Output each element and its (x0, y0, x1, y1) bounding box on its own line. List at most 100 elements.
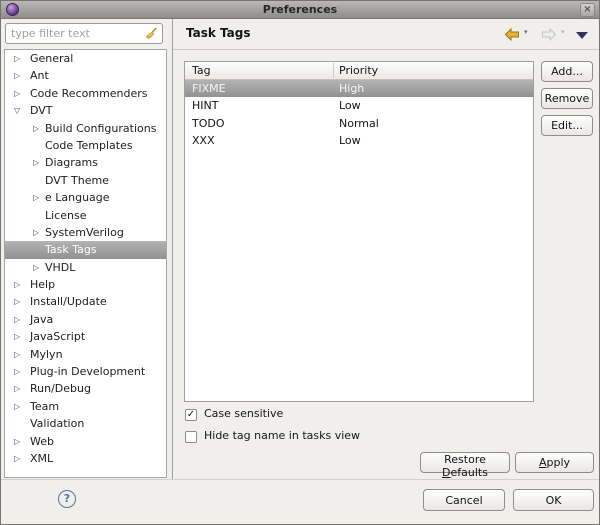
cancel-button[interactable]: Cancel (423, 489, 505, 511)
add-button[interactable]: Add... (541, 61, 593, 82)
page-title: Task Tags (186, 26, 251, 40)
expand-icon[interactable]: ▷ (33, 224, 39, 241)
expand-icon[interactable]: ▷ (14, 328, 20, 345)
table-row[interactable]: XXX Low (185, 132, 533, 149)
edit-button[interactable]: Edit... (541, 115, 593, 136)
cell-priority: High (339, 82, 365, 95)
table-body: FIXME High HINT Low TODO Normal XXX Low (185, 80, 533, 150)
tree-item-label: XML (30, 451, 54, 465)
tree-item-license[interactable]: License (5, 207, 166, 224)
footer-separator (1, 479, 599, 480)
remove-button[interactable]: Remove (541, 88, 593, 109)
cell-tag: TODO (192, 116, 225, 130)
expand-icon[interactable]: ▷ (33, 154, 39, 171)
tree-item-team[interactable]: ▷ Team (5, 398, 166, 415)
tree-item-run-debug[interactable]: ▷ Run/Debug (5, 380, 166, 397)
tree-item-xml[interactable]: ▷ XML (5, 450, 166, 467)
tree-item-e-language[interactable]: ▷ e Language (5, 189, 166, 206)
case-sensitive-label: Case sensitive (204, 407, 284, 420)
table-row[interactable]: TODO Normal (185, 115, 533, 132)
tree-item-javascript[interactable]: ▷ JavaScript (5, 328, 166, 345)
column-header-priority[interactable]: Priority (339, 62, 378, 79)
tree-item-mylyn[interactable]: ▷ Mylyn (5, 346, 166, 363)
collapse-icon[interactable]: ▽ (14, 102, 20, 119)
tree-item-label: Install/Update (30, 295, 107, 309)
expand-icon[interactable]: ▷ (14, 67, 20, 84)
apply-button[interactable]: Apply (515, 452, 594, 473)
expand-icon[interactable]: ▷ (14, 398, 20, 415)
check-icon: ✓ (186, 409, 196, 420)
tree-item-build-configurations[interactable]: ▷ Build Configurations (5, 120, 166, 137)
forward-arrow-icon[interactable] (541, 28, 557, 41)
view-menu-icon[interactable] (576, 32, 588, 39)
expand-icon[interactable]: ▷ (14, 363, 20, 380)
back-arrow-icon[interactable] (504, 28, 520, 41)
filter-field-wrap (5, 23, 163, 44)
table-row[interactable]: HINT Low (185, 97, 533, 114)
expand-icon[interactable]: ▷ (14, 293, 20, 310)
expand-icon[interactable]: ▷ (33, 259, 39, 276)
tree-item-label: Ant (30, 69, 49, 83)
hide-tag-name-checkbox[interactable]: ✓ (185, 431, 197, 443)
tree-item-ant[interactable]: ▷ Ant (5, 67, 166, 84)
titlebar[interactable]: Preferences × (1, 1, 599, 19)
tree-item-code-recommenders[interactable]: ▷ Code Recommenders (5, 85, 166, 102)
cell-priority: Low (339, 99, 361, 113)
expand-icon[interactable]: ▷ (33, 120, 39, 137)
preferences-tree: ▷ General ▷ Ant ▷ Code Recommenders ▽ DVT ▷ Build… (4, 49, 167, 478)
expand-icon[interactable]: ▷ (14, 50, 20, 67)
tree-item-label: VHDL (45, 260, 76, 274)
table-header[interactable]: Tag Priority (185, 62, 533, 80)
expand-icon[interactable]: ▷ (14, 311, 20, 328)
case-sensitive-checkbox[interactable]: ✓ (185, 409, 197, 421)
tree-item-diagrams[interactable]: ▷ Diagrams (5, 154, 166, 171)
close-icon: × (583, 4, 592, 15)
tree-item-dvt-theme[interactable]: DVT Theme (5, 172, 166, 189)
preferences-window: Preferences × ▷ General ▷ Ant ▷ Code Recommen… (0, 0, 600, 525)
expand-icon[interactable]: ▷ (14, 433, 20, 450)
restore-defaults-button[interactable]: Restore Defaults (420, 452, 510, 479)
tree-item-vhdl[interactable]: ▷ VHDL (5, 259, 166, 276)
expand-icon[interactable]: ▷ (33, 189, 39, 206)
expand-icon[interactable]: ▷ (14, 85, 20, 102)
column-divider[interactable] (333, 63, 334, 78)
tree-item-java[interactable]: ▷ Java (5, 311, 166, 328)
tree-item-help[interactable]: ▷ Help (5, 276, 166, 293)
filter-input[interactable] (11, 25, 139, 42)
tree-item-validation[interactable]: Validation (5, 415, 166, 432)
table-row[interactable]: FIXME High (185, 80, 533, 98)
tree-item-label: License (45, 208, 87, 222)
tree-item-label: Build Configurations (45, 121, 157, 135)
tree-item-web[interactable]: ▷ Web (5, 433, 166, 450)
expand-icon[interactable]: ▷ (14, 346, 20, 363)
tree-item-task-tags[interactable]: Task Tags (5, 241, 166, 259)
tree-item-label: Team (30, 399, 60, 413)
clear-filter-icon[interactable] (144, 27, 158, 41)
back-history-chevron-icon[interactable]: ▾ (524, 28, 528, 36)
tree-item-systemverilog[interactable]: ▷ SystemVerilog (5, 224, 166, 241)
ok-button[interactable]: OK (513, 489, 594, 511)
tree-item-label: General (30, 52, 74, 65)
cell-priority: Normal (339, 116, 379, 130)
help-button[interactable]: ? (58, 490, 76, 508)
close-button[interactable]: × (580, 3, 595, 17)
tree-item-label: Java (30, 312, 54, 326)
tree-item-label: Code Recommenders (30, 86, 148, 100)
cell-tag: FIXME (192, 82, 226, 95)
expand-icon[interactable]: ▷ (14, 450, 20, 467)
hide-tag-name-label: Hide tag name in tasks view (204, 429, 361, 442)
column-header-tag[interactable]: Tag (192, 62, 211, 79)
tree-item-general[interactable]: ▷ General (5, 50, 166, 67)
expand-icon[interactable]: ▷ (14, 276, 20, 293)
tree-item-code-templates[interactable]: Code Templates (5, 137, 166, 154)
tree-item-label: DVT Theme (45, 173, 109, 187)
tree-item-plug-in-development[interactable]: ▷ Plug-in Development (5, 363, 166, 380)
tree-item-label: Code Templates (45, 138, 133, 152)
tree-item-label: DVT (30, 104, 53, 118)
forward-history-chevron-icon[interactable]: ▾ (561, 28, 565, 36)
tree-item-install-update[interactable]: ▷ Install/Update (5, 293, 166, 310)
panel-divider (172, 19, 173, 479)
task-tags-table: Tag Priority FIXME High HINT Low TODO Normal X… (184, 61, 534, 402)
tree-item-dvt[interactable]: ▽ DVT (5, 102, 166, 119)
expand-icon[interactable]: ▷ (14, 380, 20, 397)
